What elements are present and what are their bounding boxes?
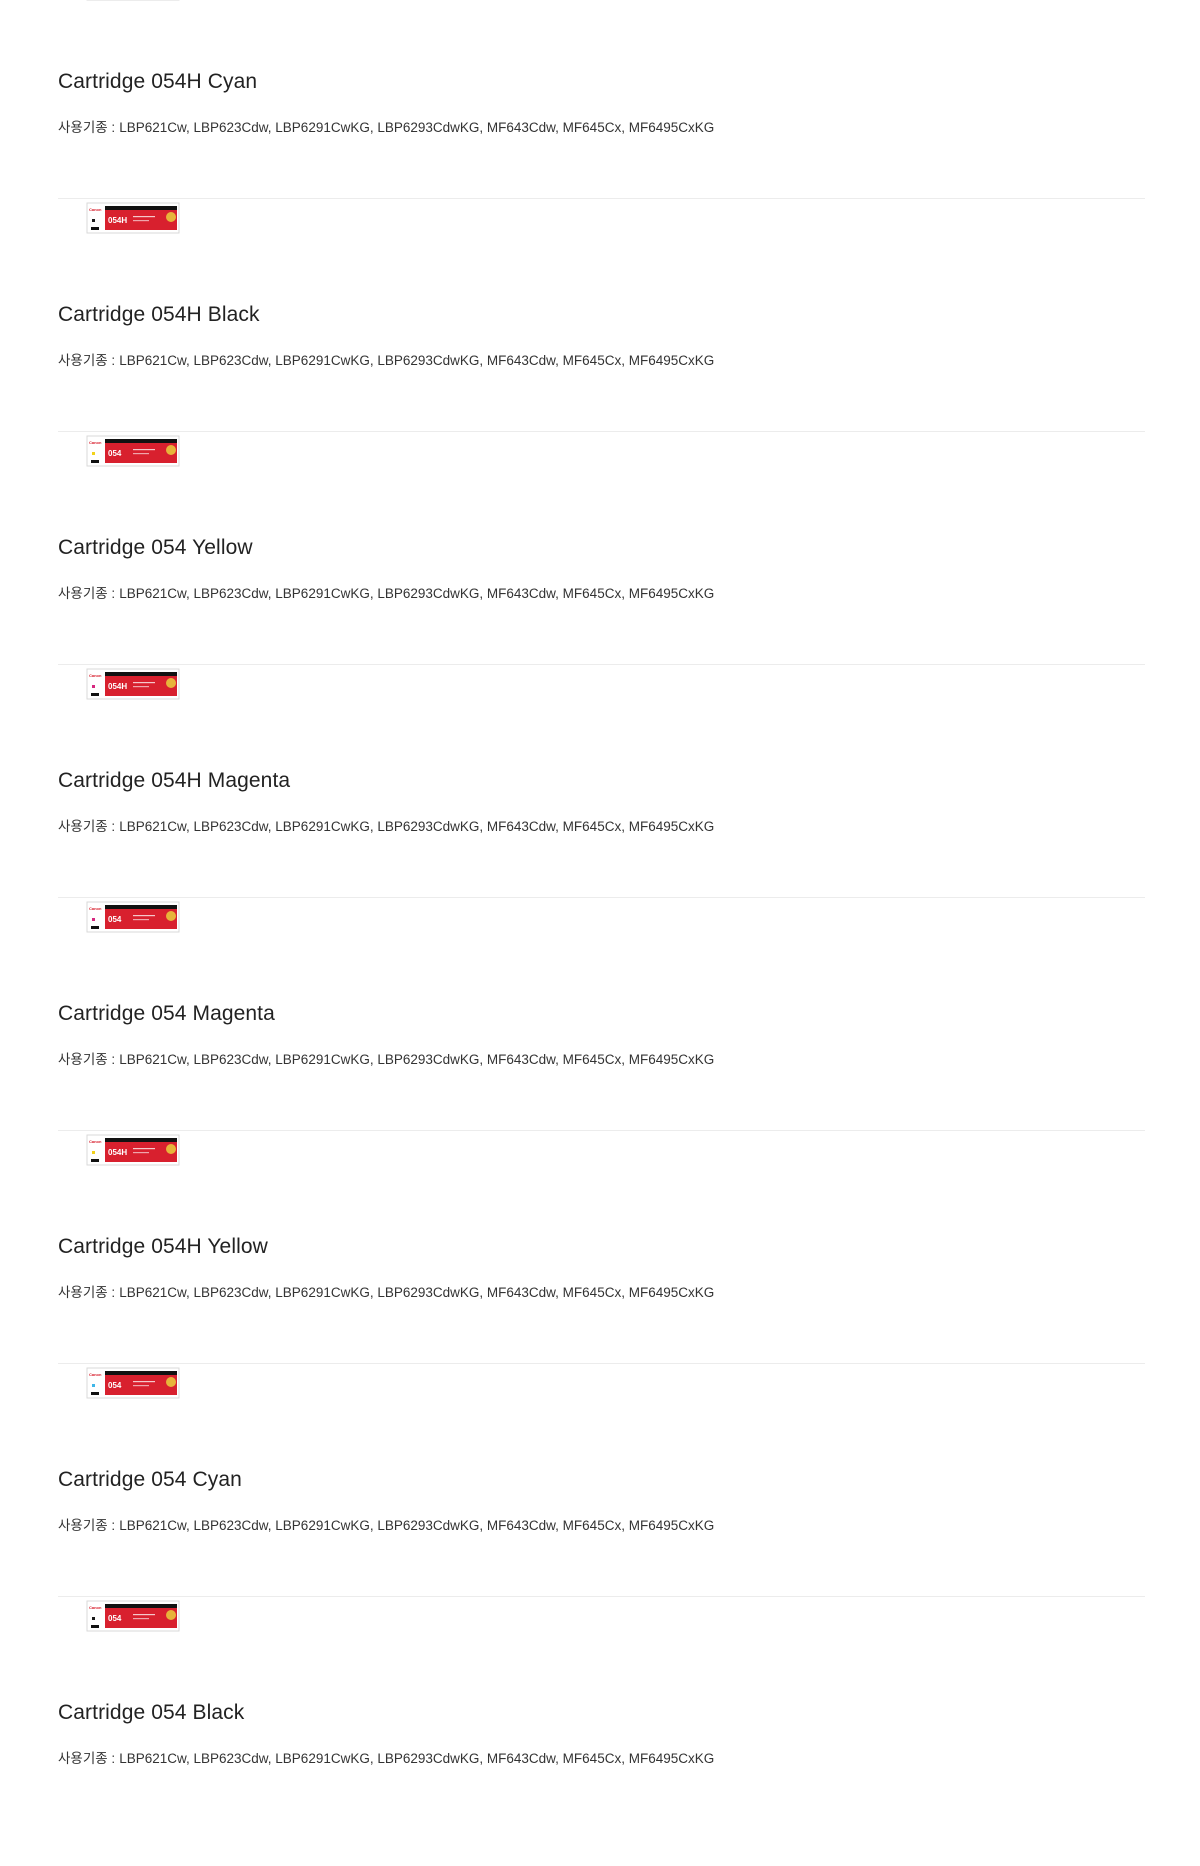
product-item: Canon 054H Cartridge 054H Yellow 사용기종 : LBP6… bbox=[58, 1131, 1145, 1364]
product-item: Canon 054H Cartridge 054H Magenta 사용기종 : LBP… bbox=[58, 665, 1145, 898]
product-title[interactable]: Cartridge 054H Magenta bbox=[58, 769, 290, 793]
svg-text:Canon: Canon bbox=[89, 440, 102, 445]
svg-text:Canon: Canon bbox=[89, 1139, 102, 1144]
svg-text:Canon: Canon bbox=[89, 906, 102, 911]
compat-models: LBP621Cw, LBP623Cdw, LBP6291CwKG, LBP629… bbox=[119, 1518, 715, 1533]
product-item: Canon 054 Cartridge 054 Cyan 사용기종 : LBP621Cw… bbox=[58, 1364, 1145, 1597]
product-title[interactable]: Cartridge 054 Cyan bbox=[58, 1468, 242, 1492]
compatible-models: 사용기종 : LBP621Cw, LBP623Cdw, LBP6291CwKG, … bbox=[58, 815, 714, 835]
svg-text:Canon: Canon bbox=[89, 1372, 102, 1377]
product-item: Canon 054 Cartridge 054 Yellow 사용기종 : LBP621… bbox=[58, 432, 1145, 665]
compat-label: 사용기종 : bbox=[58, 1518, 116, 1533]
color-swatch bbox=[92, 1151, 95, 1154]
box-label: 054 bbox=[108, 1614, 122, 1623]
color-swatch bbox=[92, 918, 95, 921]
product-item: Canon054H Cartridge 054H Cyan 사용기종 :LBP621… bbox=[58, 0, 1145, 199]
product-title[interactable]: Cartridge 054 Black bbox=[58, 1701, 244, 1725]
product-item: Canon 054H Cartridge 054H Black 사용기종 : LBP62… bbox=[58, 199, 1145, 432]
compatible-models: 사용기종 : LBP621Cw, LBP623Cdw, LBP6291CwKG, … bbox=[58, 582, 714, 602]
product-item: Canon 054 Cartridge 054 Black 사용기종 : LBP621C… bbox=[58, 1597, 1145, 1830]
toner-box-image: Canon 054H bbox=[86, 668, 180, 700]
box-label: 054H bbox=[108, 216, 127, 225]
product-list: Canon054HCartridge 054H Cyan사용기종 :LBP621… bbox=[0, 0, 1200, 1862]
svg-text:Canon: Canon bbox=[89, 673, 102, 678]
color-swatch bbox=[92, 1384, 95, 1387]
product-title[interactable]: Cartridge 054H Cyan bbox=[58, 70, 257, 94]
compatible-models: 사용기종 : LBP621Cw, LBP623Cdw, LBP6291CwKG, … bbox=[58, 1048, 714, 1068]
svg-text:Canon: Canon bbox=[89, 1605, 102, 1610]
toner-box-image: Canon 054H bbox=[86, 1134, 180, 1166]
product-thumbnail[interactable]: Canon 054 bbox=[81, 432, 191, 502]
compat-models: LBP621Cw, LBP623Cdw, LBP6291CwKG, LBP629… bbox=[119, 120, 715, 135]
color-swatch bbox=[92, 452, 95, 455]
compatible-models: 사용기종 : LBP621Cw, LBP623Cdw, LBP6291CwKG, … bbox=[58, 1514, 714, 1534]
toner-box-image: Canon054H bbox=[86, 0, 180, 1]
toner-box-image: Canon 054H bbox=[86, 202, 180, 234]
compatible-models: 사용기종 : LBP621Cw, LBP623Cdw, LBP6291CwKG, … bbox=[58, 116, 714, 136]
compat-models: LBP621Cw, LBP623Cdw, LBP6291CwKG, LBP629… bbox=[119, 1751, 715, 1766]
product-thumbnail[interactable]: Canon 054H bbox=[81, 199, 191, 269]
box-label: 054H bbox=[108, 682, 127, 691]
color-swatch bbox=[92, 685, 95, 688]
compat-label: 사용기종 : bbox=[58, 1052, 116, 1067]
product-title[interactable]: Cartridge 054H Yellow bbox=[58, 1235, 268, 1259]
compat-label: 사용기종 : bbox=[58, 1751, 116, 1766]
toner-box-image: Canon 054 bbox=[86, 1367, 180, 1399]
compat-models: LBP621Cw, LBP623Cdw, LBP6291CwKG, LBP629… bbox=[119, 1285, 715, 1300]
product-title[interactable]: Cartridge 054H Black bbox=[58, 303, 260, 327]
product-thumbnail[interactable]: Canon 054H bbox=[81, 665, 191, 735]
box-label: 054 bbox=[108, 915, 122, 924]
compatible-models: 사용기종 : LBP621Cw, LBP623Cdw, LBP6291CwKG, … bbox=[58, 349, 714, 369]
toner-box-image: Canon 054 bbox=[86, 901, 180, 933]
compat-models: LBP621Cw, LBP623Cdw, LBP6291CwKG, LBP629… bbox=[119, 819, 715, 834]
svg-text:Canon: Canon bbox=[89, 207, 102, 212]
compat-label: 사용기종 : bbox=[58, 819, 116, 834]
product-item: Canon 054 Cartridge 054 Magenta 사용기종 : LBP62… bbox=[58, 898, 1145, 1131]
box-label: 054H bbox=[108, 1148, 127, 1157]
product-thumbnail[interactable]: Canon 054 bbox=[81, 1597, 191, 1667]
compatible-models: 사용기종 : LBP621Cw, LBP623Cdw, LBP6291CwKG, … bbox=[58, 1747, 714, 1767]
compat-label: 사용기종 : bbox=[58, 1285, 116, 1300]
compat-models: LBP621Cw, LBP623Cdw, LBP6291CwKG, LBP629… bbox=[119, 586, 715, 601]
compat-models: LBP621Cw, LBP623Cdw, LBP6291CwKG, LBP629… bbox=[119, 1052, 715, 1067]
compatible-models: 사용기종 : LBP621Cw, LBP623Cdw, LBP6291CwKG, … bbox=[58, 1281, 714, 1301]
product-thumbnail[interactable]: Canon054H bbox=[81, 0, 191, 36]
product-thumbnail[interactable]: Canon 054H bbox=[81, 1131, 191, 1201]
product-thumbnail[interactable]: Canon 054 bbox=[81, 1364, 191, 1434]
compat-models: LBP621Cw, LBP623Cdw, LBP6291CwKG, LBP629… bbox=[119, 353, 715, 368]
product-title[interactable]: Cartridge 054 Yellow bbox=[58, 536, 253, 560]
product-title[interactable]: Cartridge 054 Magenta bbox=[58, 1002, 275, 1026]
toner-box-image: Canon 054 bbox=[86, 1600, 180, 1632]
product-thumbnail[interactable]: Canon 054 bbox=[81, 898, 191, 968]
box-label: 054 bbox=[108, 1381, 122, 1390]
color-swatch bbox=[92, 1617, 95, 1620]
color-swatch bbox=[92, 219, 95, 222]
box-label: 054 bbox=[108, 449, 122, 458]
compat-label: 사용기종 : bbox=[58, 586, 116, 601]
compat-label: 사용기종 : bbox=[58, 353, 116, 368]
toner-box-image: Canon 054 bbox=[86, 435, 180, 467]
compat-label: 사용기종 : bbox=[58, 120, 116, 135]
